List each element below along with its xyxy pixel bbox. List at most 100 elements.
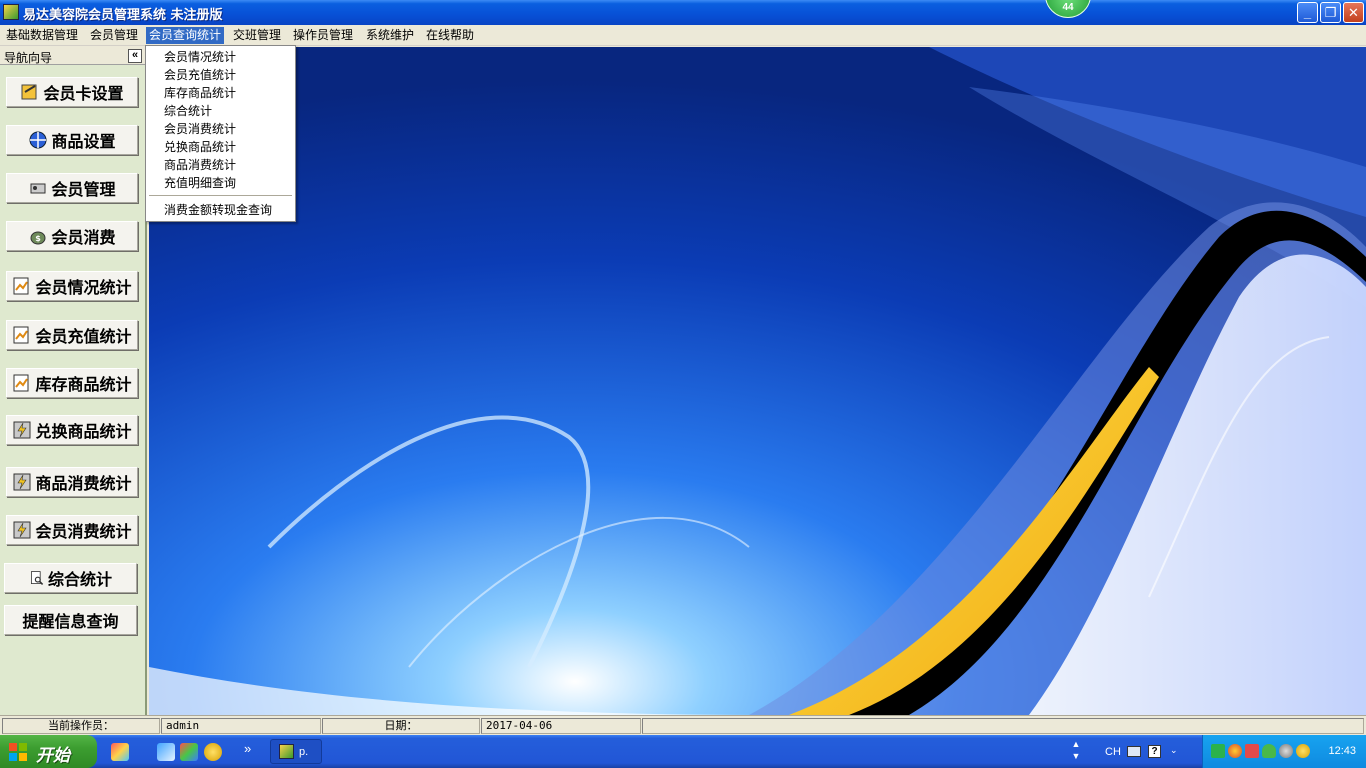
- taskbar-window-label: p.: [299, 746, 309, 758]
- member-management-icon: [30, 183, 46, 194]
- minimize-button[interactable]: _: [1297, 2, 1318, 23]
- date-label: 日期：: [322, 718, 480, 734]
- nav-label: 会员卡设置: [43, 84, 124, 103]
- status-empty-panel: [642, 718, 1364, 734]
- money-bag-icon: $: [30, 231, 46, 245]
- nav-member-recharge-stats[interactable]: 会员充值统计: [6, 320, 138, 350]
- nav-product-settings[interactable]: 商品设置: [6, 125, 138, 155]
- sidebar-header: 导航向导 «: [0, 47, 145, 65]
- date-value: 2017-04-06: [481, 718, 641, 734]
- nav-member-status-stats[interactable]: 会员情况统计: [6, 271, 138, 301]
- language-indicator[interactable]: CH: [1105, 746, 1121, 758]
- lightning-icon: [13, 421, 31, 439]
- quicklaunch-add-icon[interactable]: [204, 743, 222, 761]
- menu-basic-data[interactable]: 基础数据管理: [3, 27, 81, 44]
- nav-label: 综合统计: [47, 570, 112, 589]
- taskbar-window-button[interactable]: p.: [270, 739, 322, 764]
- taskbar: 开始 » p. ▲ ▼ CH ? ⌄ 12:43: [0, 735, 1366, 768]
- menu-system-maintenance[interactable]: 系统维护: [363, 27, 417, 44]
- menu-member-query-stats[interactable]: 会员查询统计: [146, 27, 225, 44]
- svg-text:$: $: [36, 234, 42, 243]
- start-label: 开始: [36, 746, 70, 766]
- query-stats-dropdown: 会员情况统计 会员充值统计 库存商品统计 综合统计 会员消费统计 兑换商品统计 …: [145, 45, 296, 222]
- dropdown-product-consumption-stats[interactable]: 商品消费统计: [164, 156, 236, 174]
- dropdown-separator: [149, 195, 292, 196]
- tray-volume-icon[interactable]: [1245, 744, 1259, 758]
- sidebar-title: 导航向导: [4, 51, 53, 65]
- lightning-icon: [13, 521, 31, 539]
- quicklaunch-browser-icon[interactable]: [157, 743, 175, 761]
- dropdown-comprehensive-stats[interactable]: 综合统计: [164, 102, 212, 120]
- report-icon: [13, 277, 29, 295]
- collapse-sidebar-button[interactable]: «: [128, 49, 142, 63]
- language-scroll-arrows[interactable]: ▲ ▼: [1070, 738, 1082, 764]
- dropdown-member-status-stats[interactable]: 会员情况统计: [164, 48, 236, 66]
- nav-product-consumption-stats[interactable]: 商品消费统计: [6, 467, 138, 497]
- menu-member-management[interactable]: 会员管理: [87, 27, 141, 44]
- taskbar-clock: 12:43: [1328, 745, 1356, 757]
- window-title: 易达美容院会员管理系统 未注册版: [23, 8, 223, 23]
- nav-label: 兑换商品统计: [35, 422, 132, 441]
- tray-qq-icon[interactable]: [1228, 744, 1242, 758]
- dropdown-member-recharge-stats[interactable]: 会员充值统计: [164, 66, 236, 84]
- tray-shield-icon[interactable]: [1262, 744, 1276, 758]
- system-tray: 12:43: [1202, 735, 1366, 768]
- dropdown-exchange-stats[interactable]: 兑换商品统计: [164, 138, 236, 156]
- help-icon[interactable]: ?: [1148, 745, 1161, 758]
- start-button[interactable]: 开始: [0, 735, 97, 768]
- quicklaunch-more-chevron[interactable]: »: [244, 741, 251, 756]
- lightning-icon: [13, 473, 31, 491]
- nav-member-management[interactable]: 会员管理: [6, 173, 138, 203]
- nav-label: 会员情况统计: [35, 278, 132, 297]
- close-button[interactable]: ✕: [1343, 2, 1364, 23]
- quicklaunch-app-icon[interactable]: [111, 743, 129, 761]
- card-settings-icon: [21, 84, 37, 100]
- operator-value: admin: [161, 718, 321, 734]
- tray-status-icon[interactable]: [1279, 744, 1293, 758]
- report-icon: [13, 326, 29, 344]
- nav-member-consumption[interactable]: $ 会员消费: [6, 221, 138, 251]
- menu-operator-management[interactable]: 操作员管理: [290, 27, 356, 44]
- language-bar: ▲ ▼ CH ? ⌄: [1072, 735, 1202, 768]
- nav-member-consumption-stats[interactable]: 会员消费统计: [6, 515, 138, 545]
- app-icon: [3, 4, 19, 20]
- operator-label: 当前操作员：: [2, 718, 160, 734]
- navigation-sidebar: 导航向导 « 会员卡设置 商品设置 会员管理 $ 会员消费 会员情况统计 会员充…: [0, 47, 147, 715]
- notification-badge[interactable]: 44: [1045, 0, 1091, 18]
- nav-exchange-stats[interactable]: 兑换商品统计: [6, 415, 138, 445]
- report-icon: [13, 374, 29, 392]
- nav-label: 会员消费: [51, 228, 116, 247]
- status-bar: 当前操作员： admin 日期： 2017-04-06: [0, 715, 1366, 735]
- dropdown-inventory-stats[interactable]: 库存商品统计: [164, 84, 236, 102]
- app-icon: [279, 744, 294, 759]
- main-background: [149, 47, 1366, 715]
- nav-label: 提醒信息查询: [22, 612, 119, 631]
- menu-shift-management[interactable]: 交班管理: [230, 27, 284, 44]
- menu-online-help[interactable]: 在线帮助: [423, 27, 477, 44]
- dropdown-consumption-to-cash-query[interactable]: 消费金额转现金查询: [164, 201, 272, 219]
- dropdown-recharge-detail-query[interactable]: 充值明细查询: [164, 174, 236, 192]
- options-arrow-icon[interactable]: ⌄: [1170, 745, 1180, 759]
- restore-button[interactable]: ❐: [1320, 2, 1341, 23]
- quicklaunch-media-icon[interactable]: [180, 743, 198, 761]
- windows-flag-icon: [9, 743, 27, 761]
- dropdown-member-consumption-stats[interactable]: 会员消费统计: [164, 120, 236, 138]
- nav-label: 会员充值统计: [35, 327, 132, 346]
- nav-inventory-stats[interactable]: 库存商品统计: [6, 368, 138, 398]
- search-document-icon: [30, 571, 44, 585]
- nav-label: 商品消费统计: [35, 474, 132, 493]
- nav-label: 商品设置: [51, 132, 116, 151]
- keyboard-icon[interactable]: [1127, 746, 1141, 757]
- tray-update-icon[interactable]: [1296, 744, 1310, 758]
- menu-bar: 基础数据管理 会员管理 会员查询统计 交班管理 操作员管理 系统维护 在线帮助: [0, 25, 1366, 46]
- nav-member-card-settings[interactable]: 会员卡设置: [6, 77, 138, 107]
- tray-network-icon[interactable]: [1211, 744, 1225, 758]
- title-bar: 易达美容院会员管理系统 未注册版 44 _ ❐ ✕: [0, 0, 1366, 25]
- nav-comprehensive-stats[interactable]: 综合统计: [4, 563, 137, 593]
- nav-label: 会员管理: [51, 180, 116, 199]
- nav-label: 会员消费统计: [35, 522, 132, 541]
- product-settings-icon: [29, 131, 47, 149]
- nav-reminder-query[interactable]: 提醒信息查询: [4, 605, 137, 635]
- wallpaper-graphic: [149, 47, 1366, 715]
- nav-label: 库存商品统计: [35, 375, 132, 394]
